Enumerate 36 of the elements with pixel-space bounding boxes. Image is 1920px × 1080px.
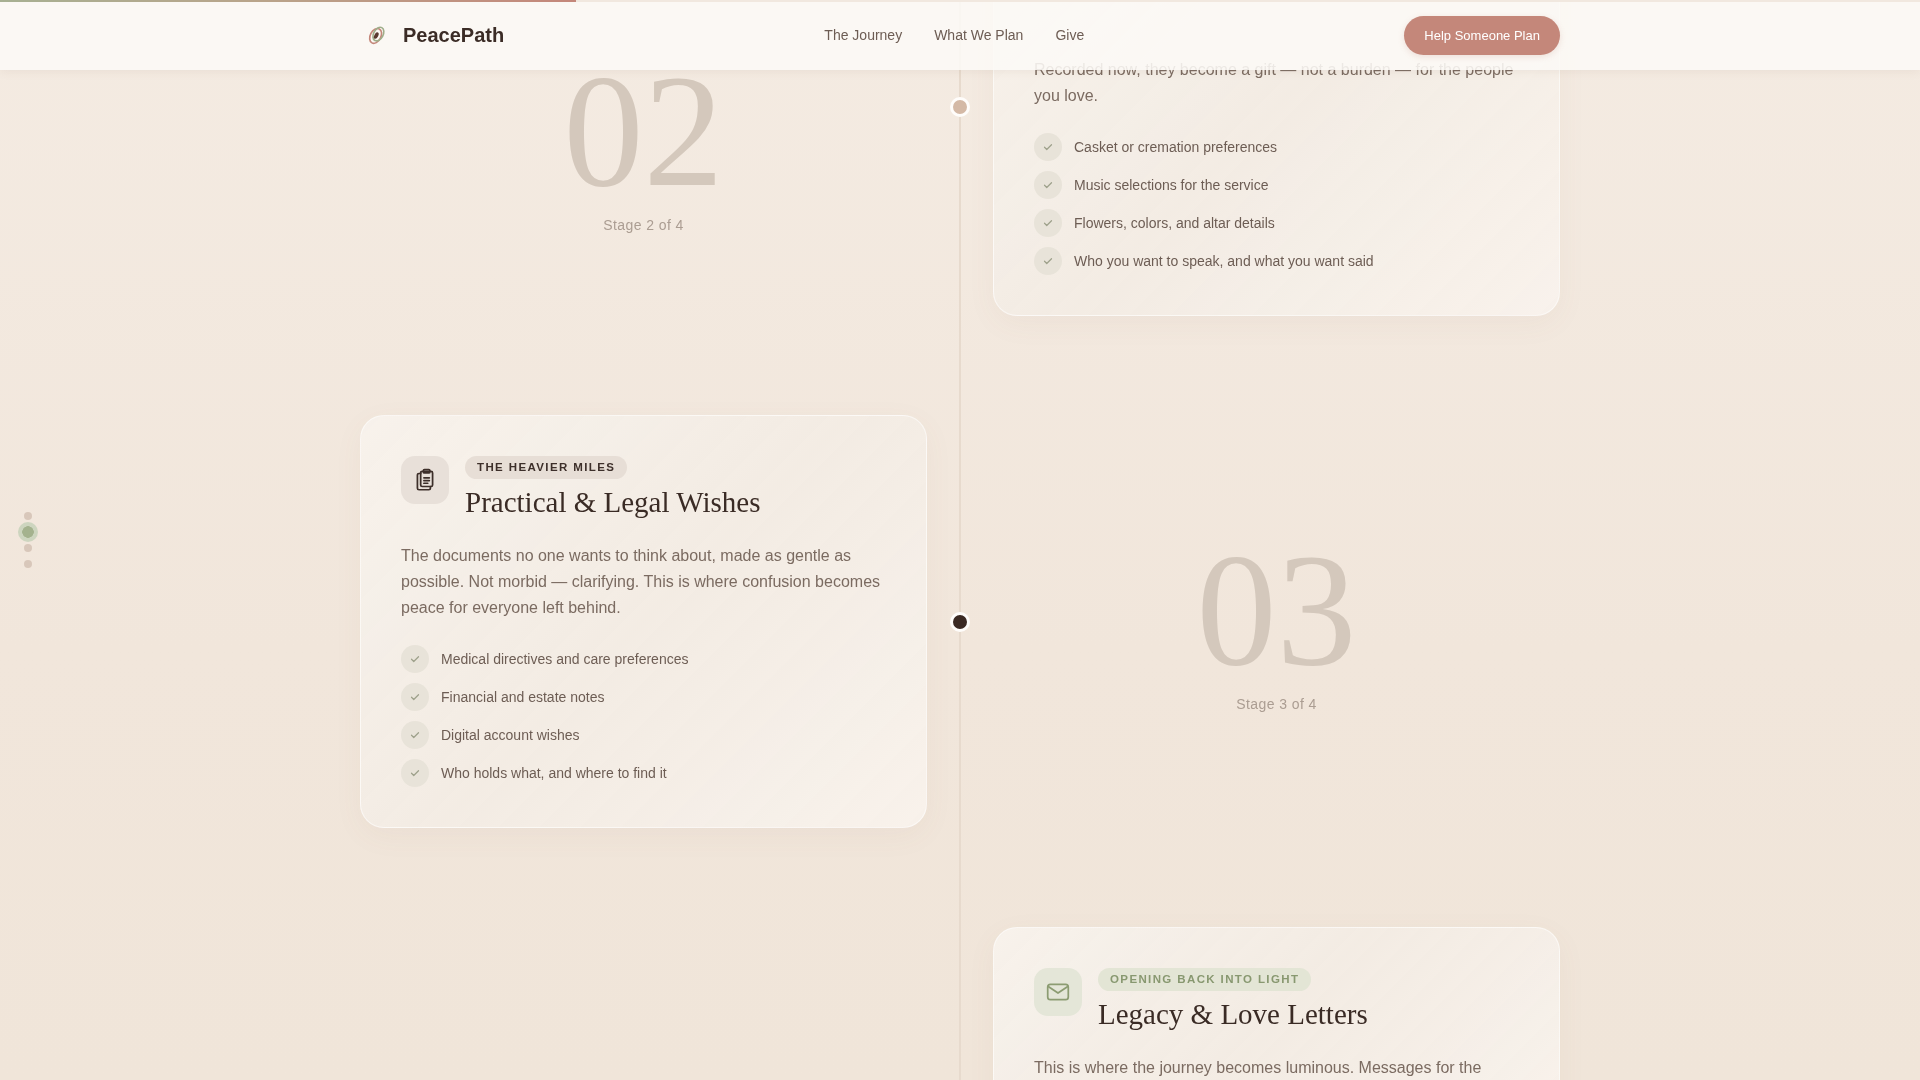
check-icon [401, 759, 429, 787]
check-icon [401, 645, 429, 673]
section-dot[interactable] [24, 512, 32, 520]
checklist-item: Music selections for the service [1074, 177, 1269, 193]
nav-link[interactable]: The Journey [824, 27, 903, 43]
card-title: Practical & Legal Wishes [465, 486, 761, 519]
section-dot[interactable] [24, 544, 32, 552]
check-icon [1034, 209, 1062, 237]
check-icon [1034, 171, 1062, 199]
logo-icon[interactable] [366, 24, 388, 46]
checklist-item: Flowers, colors, and altar details [1074, 215, 1275, 231]
check-icon [401, 683, 429, 711]
nav-link[interactable]: What We Plan [934, 27, 1024, 43]
check-icon [1034, 247, 1062, 275]
brand-name[interactable]: PeacePath [403, 23, 505, 47]
stage-label: Stage 2 of 4 [603, 216, 684, 235]
card-description: This is where the journey becomes luminous. Messages for the [1034, 1058, 1483, 1078]
section-dot[interactable] [24, 560, 32, 568]
checklist-item: Medical directives and care preferences [441, 651, 689, 667]
documents-icon [401, 456, 449, 504]
checklist-item: Digital account wishes [441, 727, 580, 743]
card-title: Legacy & Love Letters [1098, 998, 1368, 1031]
envelope-icon [1034, 968, 1082, 1016]
section-dot[interactable] [18, 522, 38, 542]
checklist-item: Who you want to speak, and what you want said [1074, 253, 1374, 269]
check-icon [1034, 133, 1062, 161]
category-tag: OPENING BACK INTO LIGHT [1098, 968, 1312, 991]
checklist-item: Who holds what, and where to find it [441, 765, 667, 781]
stage-label: Stage 3 of 4 [1236, 694, 1317, 714]
check-icon [401, 721, 429, 749]
category-tag: THE HEAVIER MILES [465, 456, 628, 479]
checklist-item: Casket or cremation preferences [1074, 139, 1278, 155]
checklist-item: Financial and estate notes [441, 689, 605, 705]
nav-link[interactable]: Give [1055, 27, 1085, 43]
card-description: Recorded now, they become a gift — not a burden — for the people you love. [1034, 60, 1515, 106]
card-description: The documents no one wants to think about, made as gentle as possible. Not morbid — clarifying. This is where confusion becomes peace for everyone left behind. [401, 546, 882, 618]
